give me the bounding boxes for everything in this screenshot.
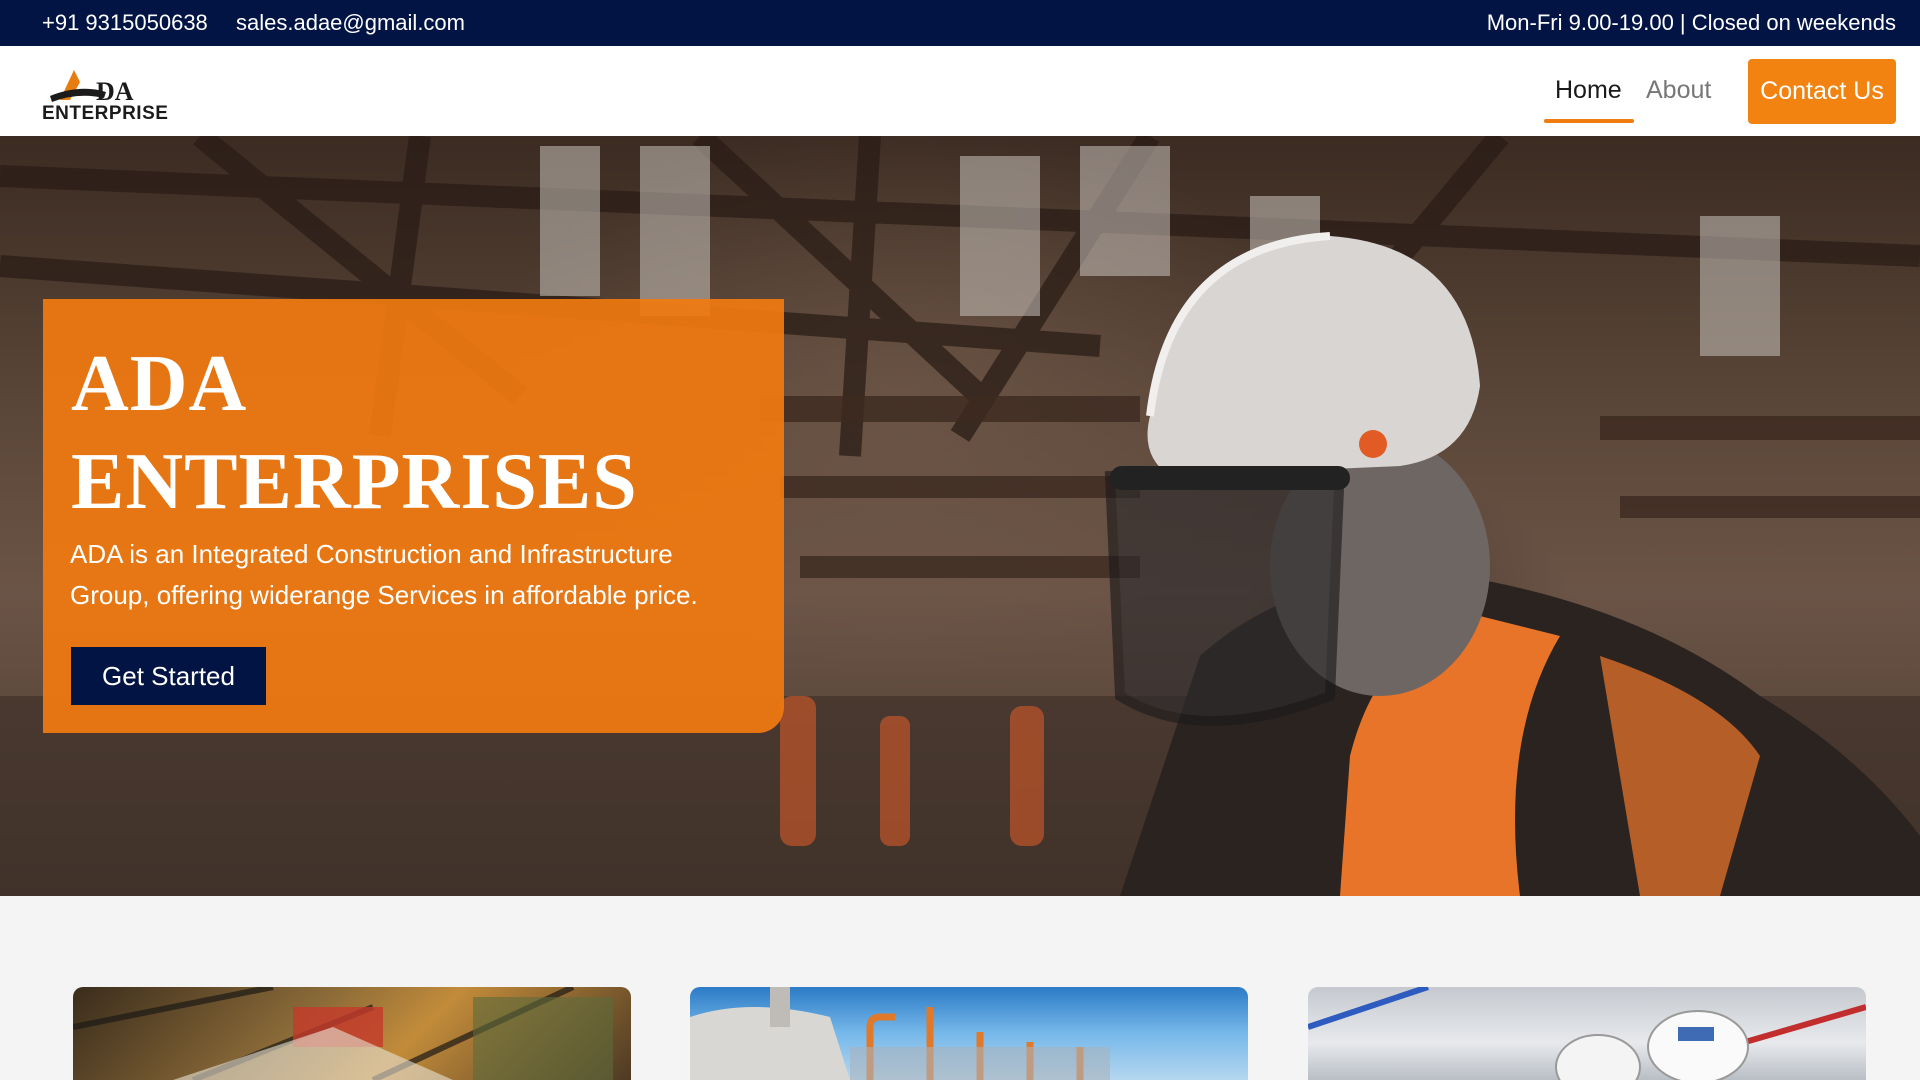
workers-image	[1308, 987, 1866, 1080]
construction-site-image	[73, 987, 613, 1080]
service-card-workforce[interactable]	[1308, 987, 1866, 1080]
business-hours: Mon-Fri 9.00-19.00 | Closed on weekends	[1486, 10, 1896, 35]
contact-us-button[interactable]: Contact Us	[1748, 59, 1896, 124]
nav-active-indicator	[1544, 119, 1634, 123]
top-contact-bar: +91 9315050638 sales.adae@gmail.com Mon-…	[0, 0, 1920, 46]
logo[interactable]: DA ENTERPRISE	[40, 62, 180, 122]
nav-about[interactable]: About	[1646, 76, 1711, 105]
service-card-construction[interactable]	[73, 987, 631, 1080]
phone-number[interactable]: +91 9315050638	[42, 10, 208, 36]
logo-icon: DA ENTERPRISE	[42, 70, 168, 122]
nav-home[interactable]: Home	[1555, 76, 1622, 105]
logo-mark-text: DA	[96, 77, 134, 106]
logo-wordmark: ENTERPRISE	[42, 103, 168, 122]
hero-intro-panel: ADA ENTERPRISES ADA is an Integrated Con…	[43, 299, 784, 733]
services-section	[0, 896, 1920, 1080]
site-header: DA ENTERPRISE Home About Contact Us	[0, 46, 1920, 136]
service-card-industrial[interactable]	[690, 987, 1248, 1080]
hero-title-line-2: ENTERPRISES	[71, 438, 638, 526]
hero-title: ADA ENTERPRISES	[71, 335, 751, 531]
industrial-plant-image	[690, 987, 1110, 1080]
hero-banner: ADA ENTERPRISES ADA is an Integrated Con…	[0, 136, 1920, 896]
hero-description: ADA is an Integrated Construction and In…	[70, 539, 698, 610]
email-address[interactable]: sales.adae@gmail.com	[236, 10, 465, 36]
get-started-button[interactable]: Get Started	[71, 647, 266, 705]
hero-title-line-1: ADA	[71, 340, 248, 428]
